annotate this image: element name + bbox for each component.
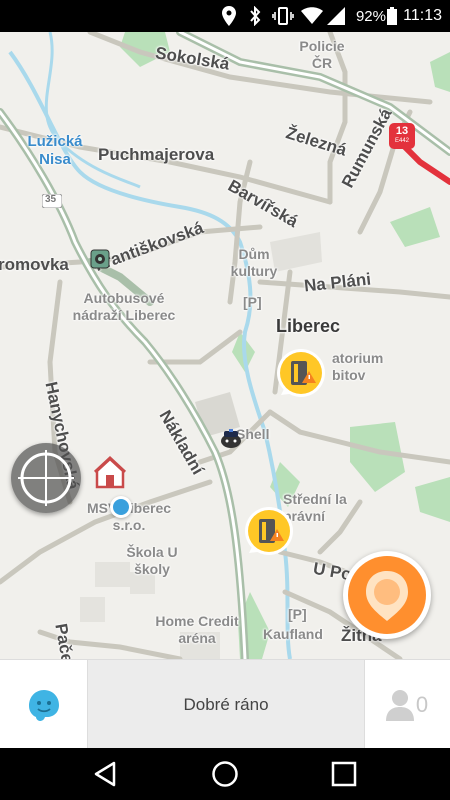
report-icon xyxy=(366,571,408,621)
map-view[interactable]: 35 13 E442 Sokolská Železná Puchmajerova… xyxy=(0,32,450,659)
battery-icon xyxy=(386,0,398,32)
hazard-marker[interactable] xyxy=(243,505,295,566)
river-label: Lužická Nisa xyxy=(27,133,83,168)
city-label: Liberec xyxy=(276,316,341,336)
signal-icon xyxy=(326,0,346,32)
parking-label: [P] xyxy=(288,606,307,622)
waze-icon xyxy=(29,689,59,721)
navigation-bar xyxy=(0,748,450,800)
bluetooth-icon xyxy=(246,0,264,32)
back-icon xyxy=(94,761,116,787)
hazard-marker[interactable] xyxy=(275,347,327,408)
friends-button[interactable]: 0 xyxy=(364,660,450,749)
police-icon[interactable] xyxy=(219,428,243,455)
home-button[interactable] xyxy=(195,748,255,800)
home-icon xyxy=(212,761,238,787)
bottom-bar: Dobré ráno 0 xyxy=(0,659,450,749)
highway-shield-13: 13 E442 xyxy=(389,123,415,149)
place-label: Autobusové nádraží Liberec xyxy=(72,290,176,323)
current-location-dot xyxy=(110,496,132,518)
route-shield-35: 35 xyxy=(41,193,63,213)
parking-label: [P] xyxy=(243,294,262,310)
speed-camera-icon[interactable] xyxy=(90,249,110,274)
street-label: romovka xyxy=(0,255,69,274)
person-icon xyxy=(385,689,414,721)
place-label: Střední la právní xyxy=(283,491,347,524)
report-button[interactable] xyxy=(343,551,431,639)
place-label: Škola U školy xyxy=(126,544,178,577)
friends-count: 0 xyxy=(415,691,429,717)
wifi-icon xyxy=(300,0,324,32)
street-label: Puchmajerova xyxy=(98,145,215,164)
clock: 11:13 xyxy=(403,7,442,24)
menu-button[interactable] xyxy=(0,660,86,749)
battery-percent: 92% xyxy=(355,7,386,25)
back-button[interactable] xyxy=(76,748,136,800)
vibrate-icon xyxy=(272,0,294,32)
place-label: Dům kultury xyxy=(230,246,278,279)
place-label: Policie ČR xyxy=(299,38,345,71)
home-icon[interactable] xyxy=(93,455,127,494)
recents-icon xyxy=(331,761,357,787)
recenter-button[interactable] xyxy=(11,443,81,513)
recents-button[interactable] xyxy=(314,748,374,800)
crosshair-icon xyxy=(18,450,74,506)
greeting-text[interactable]: Dobré ráno xyxy=(87,660,365,749)
place-label: Home Credit aréna xyxy=(155,613,239,646)
place-label: Kaufland xyxy=(263,626,323,642)
place-label: atorium bitov xyxy=(332,350,384,383)
status-bar: 92% 11:13 xyxy=(0,0,450,32)
location-icon xyxy=(220,0,238,32)
